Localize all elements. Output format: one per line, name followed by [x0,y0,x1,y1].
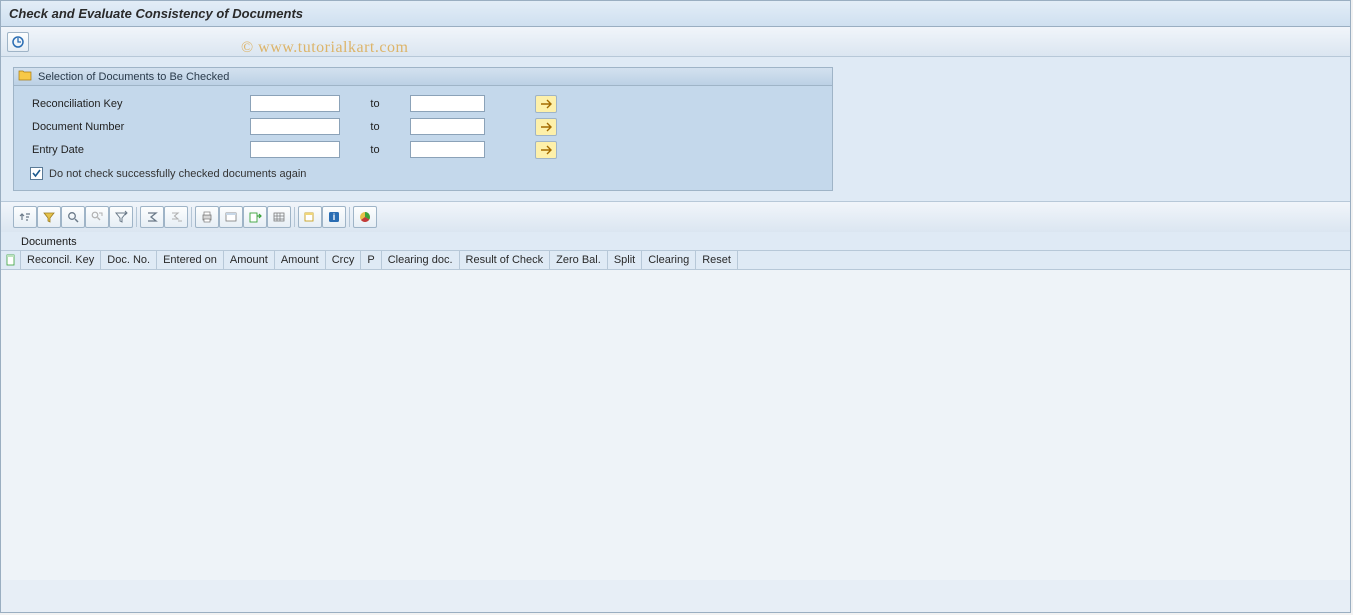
print-button[interactable] [195,206,219,228]
export-button[interactable] [243,206,267,228]
row-selector-header[interactable] [1,251,21,269]
toolbar-separator [136,207,137,227]
field-label: Entry Date [30,144,250,156]
col-result[interactable]: Result of Check [460,251,551,269]
range-to-label: to [340,121,410,133]
col-amount-1[interactable]: Amount [224,251,275,269]
reconciliation-key-from-input[interactable] [250,95,340,112]
alv-body [1,270,1350,580]
info-button[interactable]: i [322,206,346,228]
no-recheck-checkbox[interactable] [30,167,43,180]
alv-column-header-row: Reconcil. Key Doc. No. Entered on Amount… [1,250,1350,270]
col-amount-2[interactable]: Amount [275,251,326,269]
groupbox-header: Selection of Documents to Be Checked [14,68,832,86]
checkbox-label: Do not check successfully checked docume… [49,168,306,180]
document-icon [5,254,17,266]
document-number-to-input[interactable] [410,118,485,135]
select-layout-button[interactable] [298,206,322,228]
checkbox-row: Do not check successfully checked docume… [30,161,824,180]
col-reconcil-key[interactable]: Reconcil. Key [21,251,101,269]
page-title: Check and Evaluate Consistency of Docume… [9,6,303,21]
col-entered-on[interactable]: Entered on [157,251,224,269]
svg-text:i: i [333,212,336,222]
toolbar-separator [191,207,192,227]
range-to-label: to [340,98,410,110]
sum-button[interactable] [140,206,164,228]
selection-area: Selection of Documents to Be Checked Rec… [1,57,1350,202]
range-to-label: to [340,144,410,156]
toolbar-separator [349,207,350,227]
groupbox-body: Reconciliation Key to Document Number to [14,86,832,190]
set-filter-button[interactable] [109,206,133,228]
reconciliation-key-to-input[interactable] [410,95,485,112]
alv-toolbar: i [1,202,1350,232]
field-row-reconciliation-key: Reconciliation Key to [30,92,824,115]
multiple-selection-button[interactable] [535,95,557,113]
col-clearing[interactable]: Clearing [642,251,696,269]
layout-button[interactable] [267,206,291,228]
view-button[interactable] [219,206,243,228]
col-zero-bal[interactable]: Zero Bal. [550,251,608,269]
graphic-button[interactable] [353,206,377,228]
col-reset[interactable]: Reset [696,251,738,269]
find-next-button[interactable] [85,206,109,228]
subtotal-button[interactable] [164,206,188,228]
filter-button[interactable] [37,206,61,228]
sap-window: Check and Evaluate Consistency of Docume… [0,0,1351,613]
selection-groupbox: Selection of Documents to Be Checked Rec… [13,67,833,191]
multiple-selection-button[interactable] [535,141,557,159]
col-doc-no[interactable]: Doc. No. [101,251,157,269]
groupbox-title: Selection of Documents to Be Checked [38,71,229,83]
app-toolbar [1,27,1350,57]
field-row-entry-date: Entry Date to [30,138,824,161]
find-button[interactable] [61,206,85,228]
field-label: Document Number [30,121,250,133]
col-split[interactable]: Split [608,251,642,269]
col-crcy[interactable]: Crcy [326,251,362,269]
folder-icon [18,69,32,84]
execute-button[interactable] [7,32,29,52]
sort-asc-button[interactable] [13,206,37,228]
document-number-from-input[interactable] [250,118,340,135]
col-p[interactable]: P [361,251,381,269]
title-bar: Check and Evaluate Consistency of Docume… [1,1,1350,27]
multiple-selection-button[interactable] [535,118,557,136]
toolbar-separator [294,207,295,227]
col-clearing-doc[interactable]: Clearing doc. [382,251,460,269]
field-label: Reconciliation Key [30,98,250,110]
entry-date-to-input[interactable] [410,141,485,158]
field-row-document-number: Document Number to [30,115,824,138]
alv-heading: Documents [1,232,1350,250]
entry-date-from-input[interactable] [250,141,340,158]
